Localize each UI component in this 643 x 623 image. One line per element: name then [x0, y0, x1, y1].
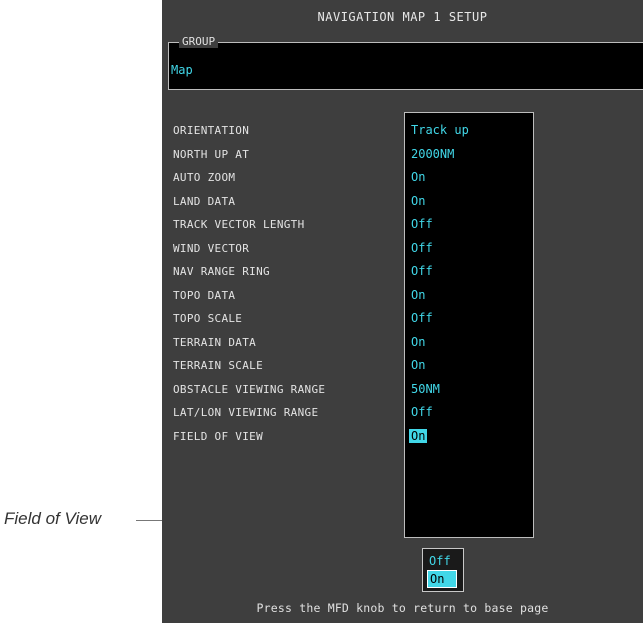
- setting-label-obstacle-viewing-range: OBSTACLE VIEWING RANGE: [173, 382, 326, 396]
- setting-value-topo-data[interactable]: On: [411, 284, 469, 308]
- setting-value-wind-vector[interactable]: Off: [411, 237, 469, 261]
- setting-value-terrain-scale[interactable]: On: [411, 354, 469, 378]
- group-label: GROUP: [179, 35, 219, 48]
- setting-label-topo-scale: TOPO SCALE: [173, 312, 243, 325]
- mfd-screen: NAVIGATION MAP 1 SETUP GROUP Map ORIENTA…: [162, 0, 643, 623]
- setting-labels: ORIENTATION NORTH UP AT AUTO ZOOM LAND D…: [173, 119, 325, 448]
- setting-label-track-vector-length: TRACK VECTOR LENGTH: [173, 218, 305, 231]
- page-title: NAVIGATION MAP 1 SETUP: [317, 10, 488, 24]
- setting-value-track-vector-length[interactable]: Off: [411, 213, 469, 237]
- field-of-view-popup[interactable]: Off On: [422, 548, 464, 592]
- setting-value-lat-lon-viewing-range[interactable]: Off: [411, 401, 469, 425]
- footer-hint: Press the MFD knob to return to base pag…: [256, 601, 549, 615]
- setting-values-panel: Track up 2000NM On On Off Off Off On Off…: [404, 112, 534, 538]
- setting-label-lat-lon-viewing-range: LAT/LON VIEWING RANGE: [173, 406, 319, 419]
- setting-value-terrain-data[interactable]: On: [411, 331, 469, 355]
- setting-label-land-data: LAND DATA: [173, 194, 236, 208]
- setting-value-orientation[interactable]: Track up: [411, 119, 469, 143]
- setting-value-topo-scale[interactable]: Off: [411, 307, 469, 331]
- setting-label-orientation: ORIENTATION: [173, 124, 250, 137]
- setting-label-terrain-scale: TERRAIN SCALE: [173, 359, 263, 372]
- setting-value-obstacle-viewing-range[interactable]: 50NM: [411, 378, 469, 402]
- popup-option-off[interactable]: Off: [427, 553, 459, 569]
- setting-value-nav-range-ring[interactable]: Off: [411, 260, 469, 284]
- setting-value-north-up-at[interactable]: 2000NM: [411, 143, 469, 167]
- setting-label-nav-range-ring: NAV RANGE RING: [173, 265, 270, 278]
- setting-label-north-up-at: NORTH UP AT: [173, 147, 250, 161]
- popup-option-on[interactable]: On: [427, 570, 457, 588]
- callout-label: Field of View: [4, 509, 102, 528]
- setting-label-terrain-data: TERRAIN DATA: [173, 335, 257, 349]
- group-field[interactable]: GROUP Map: [168, 35, 643, 90]
- setting-label-topo-data: TOPO DATA: [173, 288, 236, 302]
- setting-value-auto-zoom[interactable]: On: [411, 166, 469, 190]
- setting-label-auto-zoom: AUTO ZOOM: [173, 171, 236, 184]
- setting-value-field-of-view[interactable]: On: [409, 425, 469, 449]
- setting-label-wind-vector: WIND VECTOR: [173, 241, 250, 255]
- group-value[interactable]: Map: [171, 63, 193, 77]
- setting-label-field-of-view: FIELD OF VIEW: [173, 429, 263, 443]
- setting-value-land-data[interactable]: On: [411, 190, 469, 214]
- field-of-view-cursor: On: [409, 428, 428, 443]
